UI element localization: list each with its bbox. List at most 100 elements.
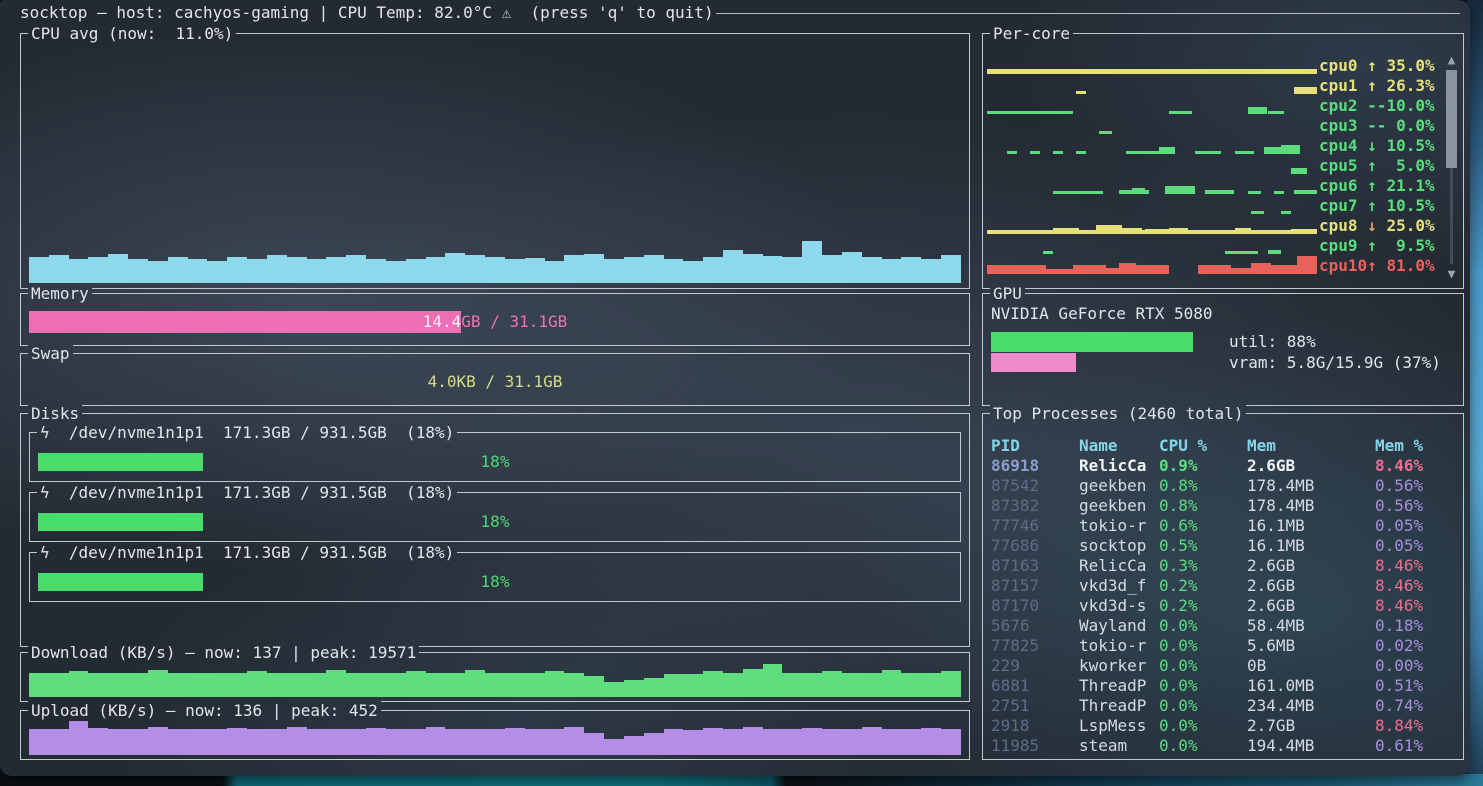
process-cell: 0.6% xyxy=(1159,516,1198,536)
process-cell: 2751 xyxy=(991,696,1030,716)
histogram-bar xyxy=(564,727,584,755)
histogram-bar xyxy=(29,257,49,283)
sparkline-segment xyxy=(1248,107,1268,114)
sparkline-segment xyxy=(1268,250,1281,254)
process-row[interactable]: 77825tokio-r0.0%5.6MB0.02% xyxy=(991,636,1455,656)
process-row[interactable]: 87542geekben0.8%178.4MB0.56% xyxy=(991,476,1455,496)
process-row[interactable]: 87170vkd3d-s0.2%2.6GB8.46% xyxy=(991,596,1455,616)
process-cell: 2918 xyxy=(991,716,1030,736)
process-row[interactable]: 2751ThreadP0.0%234.4MB0.74% xyxy=(991,696,1455,716)
process-cell: ThreadP xyxy=(1079,676,1146,696)
histogram-bar xyxy=(901,729,921,755)
histogram-bar xyxy=(108,729,128,755)
core-label: cpu3 -- 0.0% xyxy=(1319,116,1435,136)
sparkline-segment xyxy=(1235,151,1255,154)
process-cell: kworker xyxy=(1079,656,1146,676)
process-row[interactable]: 11985steam0.0%194.4MB0.61% xyxy=(991,736,1455,756)
histogram-bar xyxy=(406,729,426,755)
histogram-bar xyxy=(842,673,862,697)
histogram-bar xyxy=(683,261,703,283)
process-cell: 0.0% xyxy=(1159,636,1198,656)
scroll-up-icon[interactable]: ▲ xyxy=(1445,54,1458,68)
process-row[interactable]: 77746tokio-r0.6%16.1MB0.05% xyxy=(991,516,1455,536)
process-cell: 11985 xyxy=(991,736,1039,756)
histogram-bar xyxy=(69,671,89,697)
process-row[interactable]: 77686socktop0.5%16.1MB0.05% xyxy=(991,536,1455,556)
core-label: cpu6 ↑ 21.1% xyxy=(1319,176,1435,196)
histogram-bar xyxy=(782,257,802,283)
histogram-bar xyxy=(465,729,485,755)
process-row[interactable]: 87163RelicCa0.3%2.6GB8.46% xyxy=(991,556,1455,576)
gpu-vram-label: vram: 5.8G/15.9G (37%) xyxy=(1229,353,1441,373)
histogram-bar xyxy=(604,682,624,697)
core-value: 35.0% xyxy=(1386,56,1434,75)
core-label: cpu8 ↓ 25.0% xyxy=(1319,216,1435,236)
histogram-bar xyxy=(69,259,89,283)
histogram-bar xyxy=(584,254,604,283)
sparkline-segment xyxy=(1076,91,1086,94)
core-trend-icon: -- xyxy=(1367,116,1386,135)
histogram-bar xyxy=(683,674,703,697)
histogram-bar xyxy=(525,729,545,755)
processes-title: Top Processes (2460 total) xyxy=(990,404,1246,424)
histogram-bar xyxy=(882,259,902,283)
process-cell: tokio-r xyxy=(1079,516,1146,536)
histogram-bar xyxy=(822,671,842,697)
process-row[interactable]: 2918LspMess0.0%2.7GB8.84% xyxy=(991,716,1455,736)
core-trend-icon: ↓ xyxy=(1367,136,1386,155)
disks-title: Disks xyxy=(28,404,82,424)
process-cell: 0.2% xyxy=(1159,576,1198,596)
histogram-bar xyxy=(386,729,406,755)
process-cell: 87157 xyxy=(991,576,1039,596)
per-core-panel: Per-core cpu0 ↑ 35.0%cpu1 ↑ 26.3%cpu2 --… xyxy=(982,33,1464,289)
core-label: cpu5 ↑ 5.0% xyxy=(1319,156,1435,176)
scroll-down-icon[interactable]: ▼ xyxy=(1445,268,1458,282)
histogram-bar xyxy=(941,671,961,697)
core-trend-icon: ↑ xyxy=(1367,56,1386,75)
process-cell: 0.3% xyxy=(1159,556,1198,576)
histogram-bar xyxy=(168,257,188,283)
process-row[interactable]: 87382geekben0.8%178.4MB0.56% xyxy=(991,496,1455,516)
process-cell: 8.46% xyxy=(1375,596,1423,616)
core-row: cpu4 ↓ 10.5% xyxy=(987,136,1447,156)
process-cell: 2.7GB xyxy=(1247,716,1295,736)
histogram-bar xyxy=(505,259,525,283)
core-sparkline xyxy=(987,136,1317,156)
process-cell: 8.46% xyxy=(1375,576,1423,596)
histogram-bar xyxy=(287,673,307,697)
scrollbar-thumb[interactable] xyxy=(1446,70,1457,168)
histogram-bar xyxy=(782,673,802,697)
process-cell: 0.8% xyxy=(1159,496,1198,516)
disk-subpanel-title: ϟ /dev/nvme1n1p1 171.3GB / 931.5GB (18%) xyxy=(37,423,457,443)
process-row[interactable]: 5676Wayland0.0%58.4MB0.18% xyxy=(991,616,1455,636)
histogram-bar xyxy=(584,733,604,755)
core-value: 9.5% xyxy=(1386,236,1434,255)
swap-title: Swap xyxy=(28,344,73,364)
histogram-bar xyxy=(386,673,406,697)
histogram-bar xyxy=(168,673,188,697)
title-rule xyxy=(716,13,1460,14)
per-core-scrollbar[interactable]: ▲ ▼ xyxy=(1445,56,1458,280)
per-core-title: Per-core xyxy=(990,24,1073,44)
process-cell: 0.05% xyxy=(1375,516,1423,536)
process-row[interactable]: 87157vkd3d_f0.2%2.6GB8.46% xyxy=(991,576,1455,596)
process-row[interactable]: 86918RelicCa0.9%2.6GB8.46% xyxy=(991,456,1455,476)
histogram-bar xyxy=(485,729,505,755)
process-cell: geekben xyxy=(1079,496,1146,516)
histogram-bar xyxy=(346,729,366,755)
disks-panel: Disks ϟ /dev/nvme1n1p1 171.3GB / 931.5GB… xyxy=(20,413,970,647)
histogram-bar xyxy=(406,259,426,283)
process-cell: LspMess xyxy=(1079,716,1146,736)
sparkline-segment xyxy=(1165,186,1195,194)
core-name: cpu10 xyxy=(1319,256,1367,275)
core-row: cpu8 ↓ 25.0% xyxy=(987,216,1447,236)
process-row[interactable]: 229kworker0.0%0B0.00% xyxy=(991,656,1455,676)
core-row: cpu5 ↑ 5.0% xyxy=(987,156,1447,176)
core-row: cpu9 ↑ 9.5% xyxy=(987,236,1447,256)
process-cell: 0.56% xyxy=(1375,476,1423,496)
gpu-util-bar xyxy=(991,332,1193,352)
core-label: cpu7 ↑ 10.5% xyxy=(1319,196,1435,216)
histogram-bar xyxy=(545,729,565,755)
process-row[interactable]: 6881ThreadP0.0%161.0MB0.51% xyxy=(991,676,1455,696)
histogram-bar xyxy=(842,729,862,755)
